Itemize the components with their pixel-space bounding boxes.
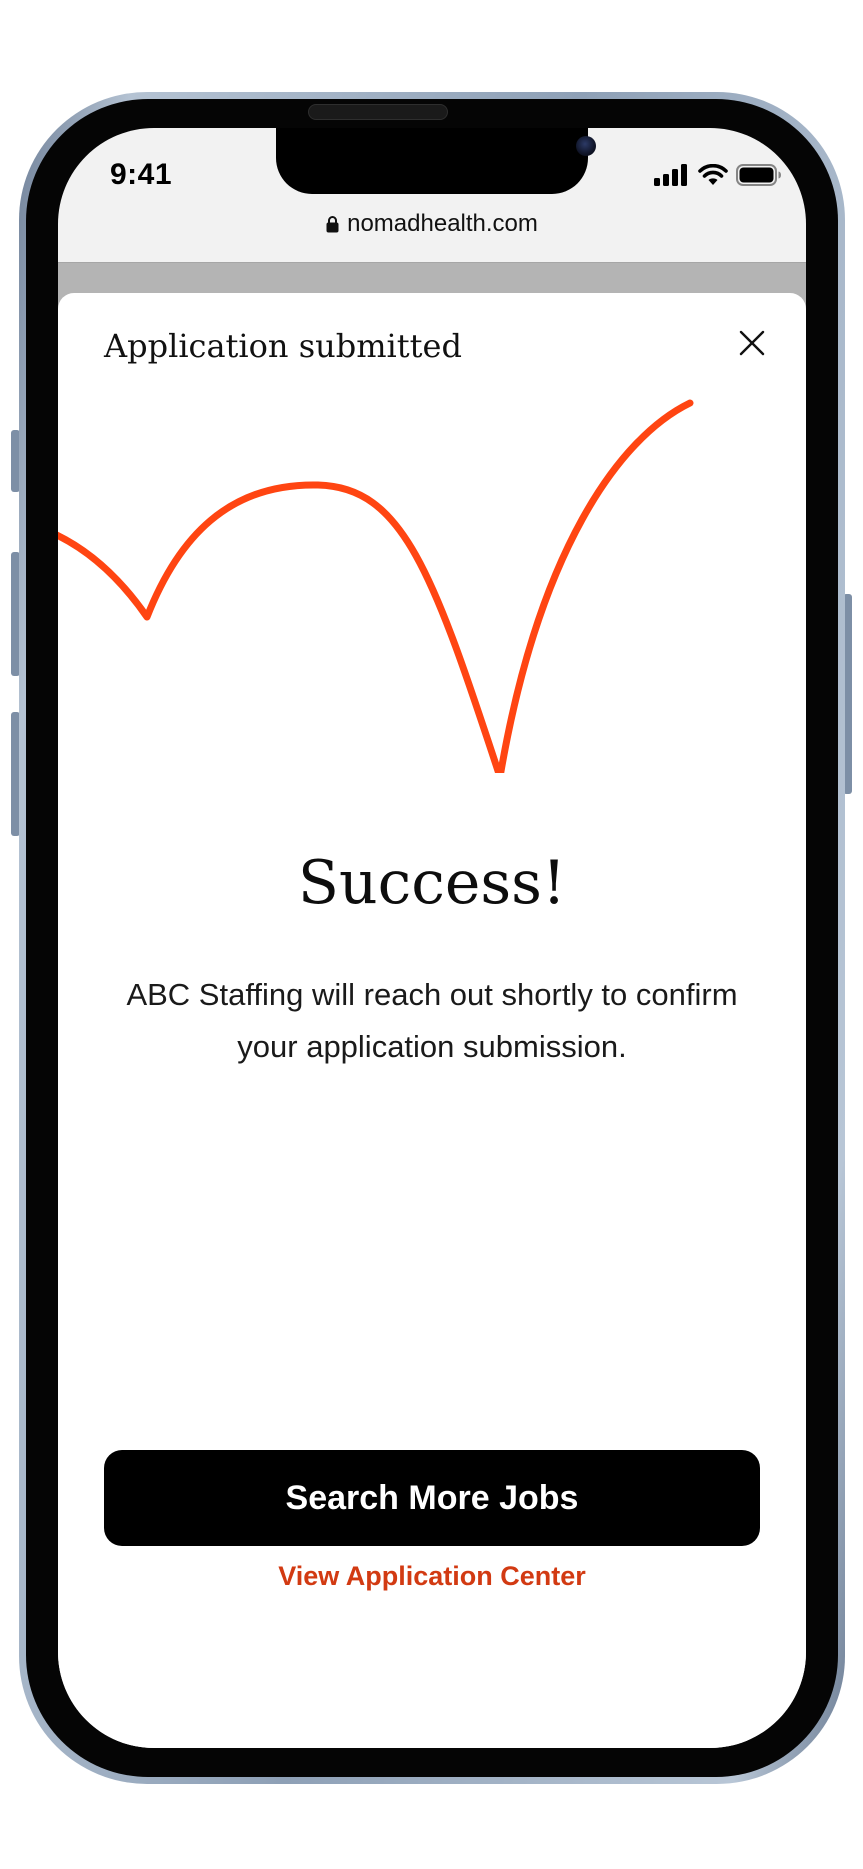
address-bar[interactable]: nomadhealth.com (58, 210, 806, 238)
application-submitted-modal: Application submitted Success! ABC Staff… (58, 293, 806, 1748)
earpiece-speaker (308, 104, 448, 120)
url-text: nomadhealth.com (347, 210, 538, 237)
status-icons (654, 164, 782, 186)
notch (276, 128, 596, 194)
signal-icon (654, 164, 690, 186)
view-application-center-link[interactable]: View Application Center (58, 1561, 806, 1592)
device-screen: 9:41 nomadhealth.com Application submitt… (58, 128, 806, 1748)
bouncing-line-illustration (58, 399, 694, 773)
front-camera-icon (576, 136, 596, 156)
lock-icon (326, 215, 339, 233)
search-more-jobs-button[interactable]: Search More Jobs (104, 1450, 760, 1546)
success-message: ABC Staffing will reach out shortly to c… (126, 977, 738, 1064)
status-time: 9:41 (110, 158, 173, 191)
wifi-icon (698, 164, 728, 186)
battery-icon (736, 164, 782, 186)
success-heading: Success! (297, 848, 567, 918)
